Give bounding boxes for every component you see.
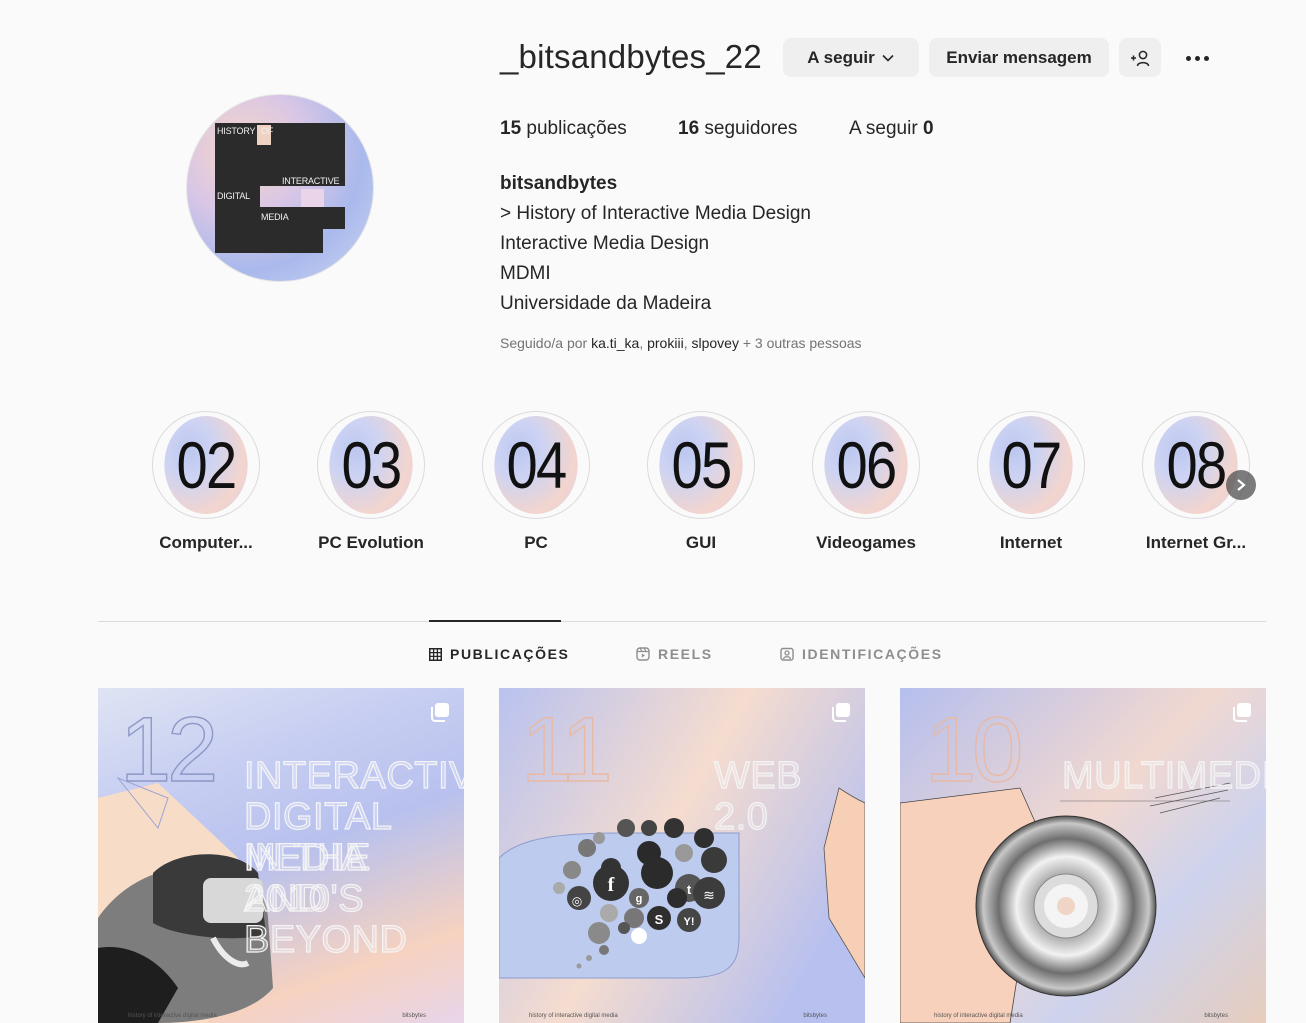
- highlight-number: 07: [989, 416, 1073, 514]
- story-highlight[interactable]: 07 Internet: [977, 411, 1085, 553]
- post-footer-right: bitsbytes: [402, 1013, 426, 1019]
- avatar-word: DIGITAL: [217, 191, 250, 201]
- highlight-number: 04: [494, 416, 578, 514]
- post-title: AND BEYOND: [243, 878, 408, 961]
- highlight-number: 02: [164, 416, 248, 514]
- following-stat[interactable]: A seguir 0: [849, 118, 934, 140]
- followed-by[interactable]: Seguido/a por ka.ti_ka, prokiii, slpovey…: [500, 335, 862, 351]
- chevron-right-icon: [1237, 479, 1246, 491]
- post-title: WEB 2.0: [713, 755, 803, 838]
- story-highlight[interactable]: 02 Computer...: [152, 411, 260, 553]
- post-thumbnail[interactable]: 12 INTERACTIVE DIGITAL MEDIA IN THE 2010…: [98, 688, 464, 1023]
- followed-by-user: ka.ti_ka: [591, 335, 640, 351]
- profile-username: _bitsandbytes_22: [500, 38, 762, 75]
- avatar-word: MEDIA: [261, 212, 289, 222]
- post-thumbnail[interactable]: f ◎ t ≋ S Y! g 11 WEB 2.0 history of int…: [499, 688, 865, 1023]
- profile-avatar[interactable]: HISTORY OF INTERACTIVE DIGITAL MEDIA: [186, 94, 374, 282]
- highlight-number: 05: [659, 416, 743, 514]
- tab-label: IDENTIFICAÇÕES: [802, 646, 943, 662]
- posts-count-stat: 15 publicações: [500, 118, 627, 140]
- following-label: A seguir: [849, 118, 918, 139]
- followers-stat[interactable]: 16 seguidores: [678, 118, 797, 140]
- svg-text:◎: ◎: [572, 894, 582, 908]
- post-number: 12: [119, 698, 219, 801]
- bio-line: > History of Interactive Media Design: [500, 203, 811, 224]
- tab-label: REELS: [658, 646, 713, 662]
- post-title: INTERACTIVE: [243, 755, 464, 797]
- highlight-number: 08: [1154, 416, 1238, 514]
- svg-text:f: f: [608, 874, 615, 896]
- highlight-number: 03: [329, 416, 413, 514]
- highlight-label: PC Evolution: [318, 533, 424, 552]
- send-message-button[interactable]: Enviar mensagem: [929, 38, 1109, 77]
- post-footer-left: history of interactive digital media: [934, 1013, 1023, 1019]
- following-count: 0: [922, 118, 934, 139]
- svg-text:t: t: [687, 882, 692, 897]
- send-message-label: Enviar mensagem: [946, 47, 1092, 67]
- story-highlight[interactable]: 03 PC Evolution: [317, 411, 425, 553]
- add-user-icon: [1131, 50, 1150, 66]
- story-highlight[interactable]: 05 GUI: [647, 411, 755, 553]
- post-number: 10: [924, 698, 1024, 801]
- svg-text:g: g: [636, 893, 643, 905]
- carousel-icon: [832, 703, 850, 722]
- avatar-word: HISTORY: [217, 126, 256, 136]
- grid-icon: [429, 647, 442, 661]
- post-footer-right: bitsbytes: [1204, 1013, 1228, 1019]
- followed-by-user: prokiii: [647, 335, 684, 351]
- profile-display-name: bitsandbytes: [500, 173, 618, 194]
- active-tab-indicator: [429, 620, 561, 622]
- bio-line: MDMI: [500, 263, 551, 284]
- followers-label: seguidores: [704, 118, 798, 139]
- highlight-label: Videogames: [816, 533, 916, 552]
- tabs-divider: [98, 621, 1266, 622]
- highlight-label: Internet: [999, 533, 1063, 552]
- chevron-down-icon: [882, 54, 894, 62]
- post-number: 11: [520, 698, 613, 801]
- svg-text:≋: ≋: [703, 887, 715, 903]
- svg-text:Y!: Y!: [684, 916, 695, 928]
- tagged-icon: [780, 647, 794, 661]
- suggested-users-button[interactable]: [1119, 38, 1161, 77]
- followed-by-user: slpovey: [691, 335, 739, 351]
- highlight-label: Computer...: [159, 533, 253, 552]
- following-button-label: A seguir: [807, 47, 875, 67]
- avatar-word: INTERACTIVE: [282, 176, 340, 186]
- tab-label: PUBLICAÇÕES: [450, 646, 570, 662]
- tab-posts[interactable]: PUBLICAÇÕES: [429, 646, 570, 662]
- post-footer-left: history of interactive digital media: [128, 1013, 217, 1019]
- tab-reels[interactable]: REELS: [636, 646, 713, 662]
- posts-count: 15: [500, 118, 522, 139]
- carousel-icon: [1233, 703, 1251, 722]
- highlight-label: PC: [524, 533, 548, 552]
- highlights-next-button[interactable]: [1226, 470, 1256, 500]
- more-options-icon[interactable]: [1179, 44, 1215, 72]
- highlight-label: GUI: [685, 533, 717, 552]
- reels-icon: [636, 647, 650, 661]
- followers-count: 16: [678, 118, 700, 139]
- tab-tagged[interactable]: IDENTIFICAÇÕES: [780, 646, 943, 662]
- post-title: MULTIMEDIA: [1061, 755, 1266, 797]
- followed-by-suffix: + 3 outras pessoas: [742, 335, 862, 351]
- following-button[interactable]: A seguir: [783, 38, 919, 77]
- highlight-label: Internet Gr...: [1145, 533, 1247, 552]
- bio-line: Universidade da Madeira: [500, 293, 712, 314]
- story-highlight[interactable]: 04 PC: [482, 411, 590, 553]
- carousel-icon: [431, 703, 449, 722]
- svg-text:S: S: [655, 912, 664, 927]
- story-highlight[interactable]: 06 Videogames: [812, 411, 920, 553]
- highlight-number: 06: [824, 416, 908, 514]
- avatar-accent: [301, 189, 324, 207]
- post-thumbnail[interactable]: 10 MULTIMEDIA history of interactive dig…: [900, 688, 1266, 1023]
- bio-line: Interactive Media Design: [500, 233, 710, 254]
- followed-by-prefix: Seguido/a por: [500, 335, 588, 351]
- posts-label: publicações: [526, 118, 627, 139]
- post-footer-left: history of interactive digital media: [529, 1013, 618, 1019]
- post-footer-right: bitsbytes: [803, 1013, 827, 1019]
- avatar-word: OF: [261, 126, 274, 136]
